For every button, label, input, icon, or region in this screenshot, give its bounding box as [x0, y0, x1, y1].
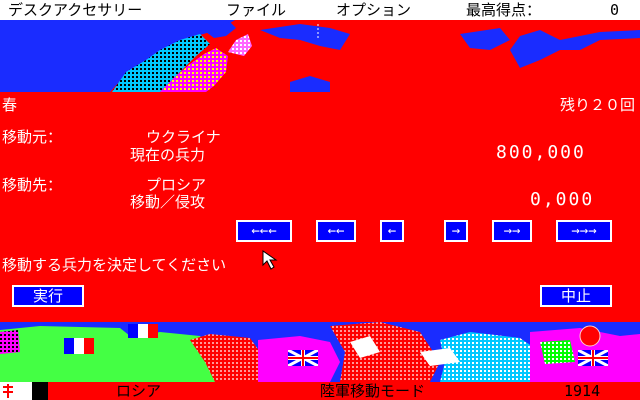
- current-troops-value: 800,000: [496, 142, 586, 163]
- menu-desk-accessory[interactable]: デスクアクセサリー: [8, 0, 142, 20]
- russia-flag-icon: [128, 324, 158, 338]
- russia-emblem-icon: [0, 382, 48, 400]
- move-invade-label: 移動／侵攻: [130, 193, 206, 211]
- execute-button[interactable]: 実行: [12, 285, 84, 307]
- increase-small-button[interactable]: →: [444, 220, 468, 242]
- map-top-graphic: [110, 20, 640, 92]
- decrease-medium-button[interactable]: ←←: [316, 220, 356, 242]
- source-region: ウクライナ: [146, 128, 221, 146]
- menu-file[interactable]: ファイル: [226, 0, 286, 20]
- mode-label: 陸軍移動モード: [320, 382, 426, 400]
- increase-large-button[interactable]: →→→: [556, 220, 612, 242]
- uk-flag-icon: [288, 350, 318, 366]
- move-troops-value: 0,000: [530, 189, 595, 210]
- source-label: 移動元：: [2, 128, 63, 146]
- season-label: 春: [2, 96, 18, 114]
- increase-medium-button[interactable]: →→: [492, 220, 532, 242]
- cancel-button[interactable]: 中止: [540, 285, 612, 307]
- map-bottom-graphic: [0, 322, 640, 382]
- uk-flag-icon: [578, 350, 608, 366]
- instruction-prompt: 移動する兵力を決定してください: [2, 256, 227, 274]
- troop-movement-panel: 春 残り２０回 移動元： ウクライナ 現在の兵力 800,000 移動先： プロ…: [0, 92, 640, 322]
- destination-region: プロシア: [146, 176, 207, 194]
- menu-bar: デスクアクセサリー ファイル オプション 最高得点： 0: [0, 0, 640, 20]
- turns-left-label: 残り２０回: [560, 96, 636, 114]
- mouse-cursor-icon: [262, 250, 278, 270]
- menu-options[interactable]: オプション: [336, 0, 411, 20]
- map-top[interactable]: [0, 20, 640, 92]
- current-troops-label: 現在の兵力: [130, 146, 206, 164]
- decrease-large-button[interactable]: ←←←: [236, 220, 292, 242]
- map-bottom[interactable]: [0, 322, 640, 382]
- status-bar: ロシア 陸軍移動モード 1914: [0, 382, 640, 400]
- destination-label: 移動先：: [2, 176, 63, 194]
- high-score-label: 最高得点：: [466, 1, 542, 19]
- year-label: 1914: [564, 382, 601, 400]
- high-score-value: 0: [610, 1, 620, 19]
- nation-label: ロシア: [116, 382, 162, 400]
- france-flag-icon: [64, 338, 94, 354]
- decrease-small-button[interactable]: ←: [380, 220, 404, 242]
